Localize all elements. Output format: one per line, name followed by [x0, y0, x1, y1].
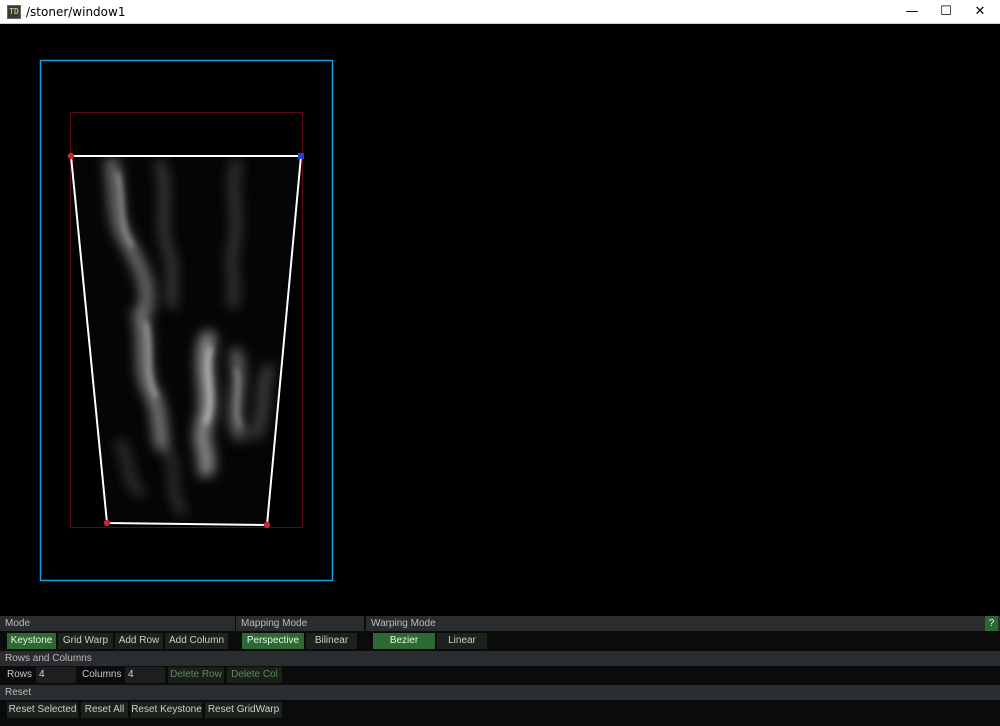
reset-all-button[interactable]: Reset All — [81, 702, 128, 718]
rows-label: Rows — [7, 669, 33, 680]
maximize-button[interactable]: ☐ — [929, 0, 963, 24]
rows-field[interactable]: 4 — [36, 667, 76, 683]
add-row-button[interactable]: Add Row — [115, 633, 163, 649]
corner-handle-bottom-left[interactable] — [103, 519, 111, 527]
projection-viewport[interactable] — [0, 24, 1000, 616]
control-panel: Mode Mapping Mode Warping Mode ? Keyston… — [0, 616, 1000, 726]
columns-field[interactable]: 4 — [125, 667, 165, 683]
title-bar: TD /stoner/window1 — ☐ ✕ — [0, 0, 1000, 24]
mapping-bilinear-button[interactable]: Bilinear — [306, 633, 357, 649]
warping-mode-header: Warping Mode — [366, 616, 1000, 631]
reset-selected-button[interactable]: Reset Selected — [7, 702, 78, 718]
smoke-texture — [71, 156, 301, 525]
help-button[interactable]: ? — [985, 616, 998, 631]
window-title: /stoner/window1 — [26, 5, 126, 19]
mapping-mode-header: Mapping Mode — [236, 616, 364, 631]
corner-handle-top-right[interactable] — [298, 153, 304, 159]
columns-label: Columns — [82, 669, 122, 680]
warping-bezier-button[interactable]: Bezier — [373, 633, 435, 649]
reset-keystone-button[interactable]: Reset Keystone — [131, 702, 202, 718]
warping-linear-button[interactable]: Linear — [437, 633, 487, 649]
mode-header: Mode — [0, 616, 235, 631]
delete-col-button[interactable]: Delete Col — [227, 667, 282, 683]
mode-keystone-button[interactable]: Keystone — [7, 633, 56, 649]
rows-columns-header: Rows and Columns — [0, 651, 1000, 666]
corner-handle-top-left[interactable] — [67, 152, 75, 160]
reset-header: Reset — [0, 685, 1000, 700]
keystone-canvas[interactable] — [0, 24, 1000, 616]
mapping-perspective-button[interactable]: Perspective — [242, 633, 304, 649]
add-column-button[interactable]: Add Column — [165, 633, 228, 649]
delete-row-button[interactable]: Delete Row — [168, 667, 224, 683]
app-icon: TD — [7, 5, 21, 19]
reset-gridwarp-button[interactable]: Reset GridWarp — [205, 702, 282, 718]
close-button[interactable]: ✕ — [963, 0, 997, 24]
minimize-button[interactable]: — — [895, 0, 929, 24]
corner-handle-bottom-right[interactable] — [263, 521, 271, 529]
mode-gridwarp-button[interactable]: Grid Warp — [58, 633, 113, 649]
